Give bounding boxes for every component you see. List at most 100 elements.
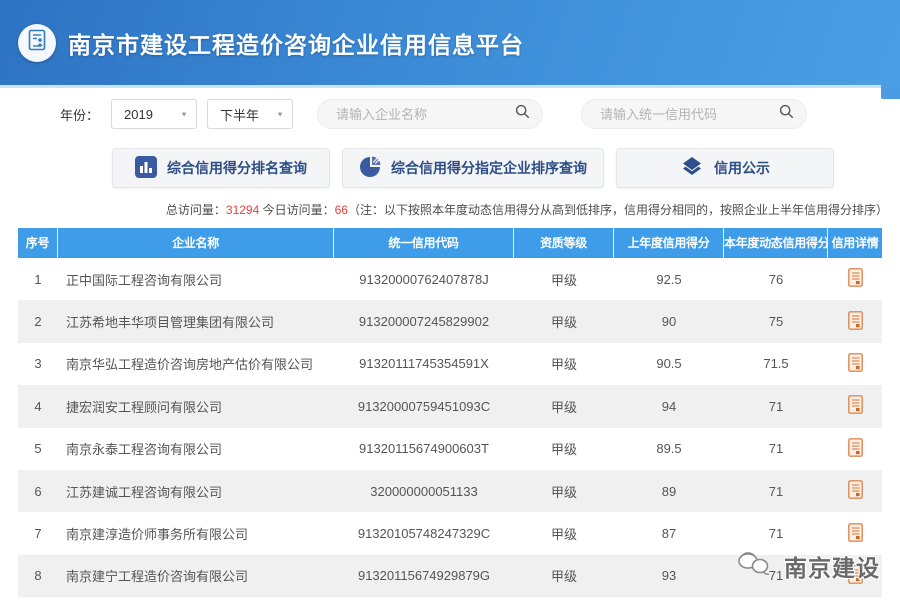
header-current-score: 本年度动态信用得分 [724,228,828,258]
company-name: 南京建淳造价师事务所有限公司 [58,524,334,543]
page-title: 南京市建设工程造价咨询企业信用信息平台 [68,26,524,60]
credit-detail-icon[interactable] [848,268,863,287]
credit-detail-cell [828,268,882,290]
table-row: 3 南京华弘工程造价咨询房地产估价有限公司 91320111745354591X… [18,343,882,385]
credit-detail-icon[interactable] [848,311,863,330]
layers-diamond-icon [680,156,704,181]
current-year-score: 75 [724,314,828,329]
credit-detail-cell [828,565,882,587]
credit-code-search-input[interactable] [598,106,773,123]
filter-bar: 年份： 2019 ▼ 下半年 ▼ [60,98,807,130]
credit-detail-cell [828,353,882,375]
credit-detail-icon[interactable] [848,565,863,584]
action-button-label: 信用公示 [714,158,770,178]
credit-detail-cell [828,438,882,460]
company-search-input[interactable] [334,106,509,123]
header-grade: 资质等级 [514,228,614,258]
company-name: 南京永泰工程咨询有限公司 [58,439,334,458]
half-year-select-value: 下半年 [220,105,259,124]
last-year-score: 92.5 [614,272,724,287]
total-visits-label: 总访问量： [166,203,226,217]
credit-code: 91320115674929879G [334,568,514,583]
table-body: 1 正中国际工程咨询有限公司 91320000762407878J 甲级 92.… [18,258,882,597]
company-name: 江苏希地丰华项目管理集团有限公司 [58,312,334,331]
table-row: 8 南京建宁工程造价咨询有限公司 91320115674929879G 甲级 9… [18,555,882,597]
header-index: 序号 [18,228,58,258]
chevron-down-icon: ▼ [180,110,188,118]
credit-detail-icon[interactable] [848,353,863,372]
table-row: 2 江苏希地丰华项目管理集团有限公司 913200007245829902 甲级… [18,300,882,342]
qualification-grade: 甲级 [514,270,614,289]
qualification-grade: 甲级 [514,439,614,458]
row-index: 1 [18,272,58,287]
company-name: 正中国际工程咨询有限公司 [58,270,334,289]
credit-detail-cell [828,395,882,417]
header-credit-detail: 信用详情 [828,228,882,258]
search-icon[interactable] [515,104,530,124]
last-year-score: 94 [614,399,724,414]
credit-code: 91320115674900603T [334,441,514,456]
half-year-select[interactable]: 下半年 ▼ [207,99,293,129]
chevron-down-icon: ▼ [276,110,284,118]
company-name: 南京华弘工程造价咨询房地产估价有限公司 [58,354,334,373]
current-year-score: 71 [724,399,828,414]
credit-table: 序号 企业名称 统一信用代码 资质等级 上年度信用得分 本年度动态信用得分 信用… [18,228,882,597]
header-company-name: 企业名称 [58,228,334,258]
year-label: 年份： [60,105,99,124]
row-index: 4 [18,399,58,414]
current-year-score: 71 [724,568,828,583]
today-visits-value: 66 [335,203,348,217]
current-year-score: 71 [724,484,828,499]
credit-detail-icon[interactable] [848,438,863,457]
year-select[interactable]: 2019 ▼ [111,99,197,129]
row-index: 7 [18,526,58,541]
total-visits-value: 31294 [226,203,259,217]
credit-detail-icon[interactable] [848,395,863,414]
qualification-grade: 甲级 [514,524,614,543]
row-index: 5 [18,441,58,456]
table-row: 5 南京永泰工程咨询有限公司 91320115674900603T 甲级 89.… [18,428,882,470]
credit-publicity-button[interactable]: 信用公示 [616,148,834,188]
floating-side-tab[interactable] [881,84,900,99]
credit-detail-icon[interactable] [848,523,863,542]
bar-chart-icon [135,156,157,181]
table-row: 1 正中国际工程咨询有限公司 91320000762407878J 甲级 92.… [18,258,882,300]
action-button-label: 综合信用得分排名查询 [167,158,307,178]
credit-code: 320000000051133 [334,484,514,499]
last-year-score: 89.5 [614,441,724,456]
credit-code: 91320105748247329C [334,526,514,541]
credit-code: 91320000759451093C [334,399,514,414]
credit-detail-cell [828,311,882,333]
document-badge-icon [27,29,47,56]
company-name: 捷宏润安工程顾问有限公司 [58,397,334,416]
table-row: 7 南京建淳造价师事务所有限公司 91320105748247329C 甲级 8… [18,512,882,554]
last-year-score: 90 [614,314,724,329]
row-index: 3 [18,356,58,371]
credit-code: 913200007245829902 [334,314,514,329]
table-row: 4 捷宏润安工程顾问有限公司 91320000759451093C 甲级 94 … [18,385,882,427]
table-row: 6 江苏建诚工程咨询有限公司 320000000051133 甲级 89 71 [18,470,882,512]
action-buttons: 综合信用得分排名查询 综合信用得分指定企业排序查询 信用公示 [112,148,834,188]
qualification-grade: 甲级 [514,354,614,373]
credit-detail-cell [828,480,882,502]
credit-code: 91320000762407878J [334,272,514,287]
credit-code: 91320111745354591X [334,356,514,371]
score-specified-company-query-button[interactable]: 综合信用得分指定企业排序查询 [342,148,604,188]
search-icon[interactable] [779,104,794,124]
qualification-grade: 甲级 [514,482,614,501]
visit-stats: 总访问量：31294 今日访问量：66（注：以下按照本年度动态信用得分从高到低排… [166,201,888,218]
credit-detail-icon[interactable] [848,480,863,499]
credit-detail-cell [828,523,882,545]
score-ranking-query-button[interactable]: 综合信用得分排名查询 [112,148,330,188]
current-year-score: 71 [724,441,828,456]
company-search [317,99,543,129]
last-year-score: 87 [614,526,724,541]
header-last-year-score: 上年度信用得分 [614,228,724,258]
qualification-grade: 甲级 [514,312,614,331]
row-index: 8 [18,568,58,583]
action-button-label: 综合信用得分指定企业排序查询 [391,158,587,178]
sort-note: （注：以下按照本年度动态信用得分从高到低排序，信用得分相同的，按照企业上半年信用… [348,203,888,217]
site-logo [18,24,56,62]
company-name: 南京建宁工程造价咨询有限公司 [58,566,334,585]
current-year-score: 76 [724,272,828,287]
